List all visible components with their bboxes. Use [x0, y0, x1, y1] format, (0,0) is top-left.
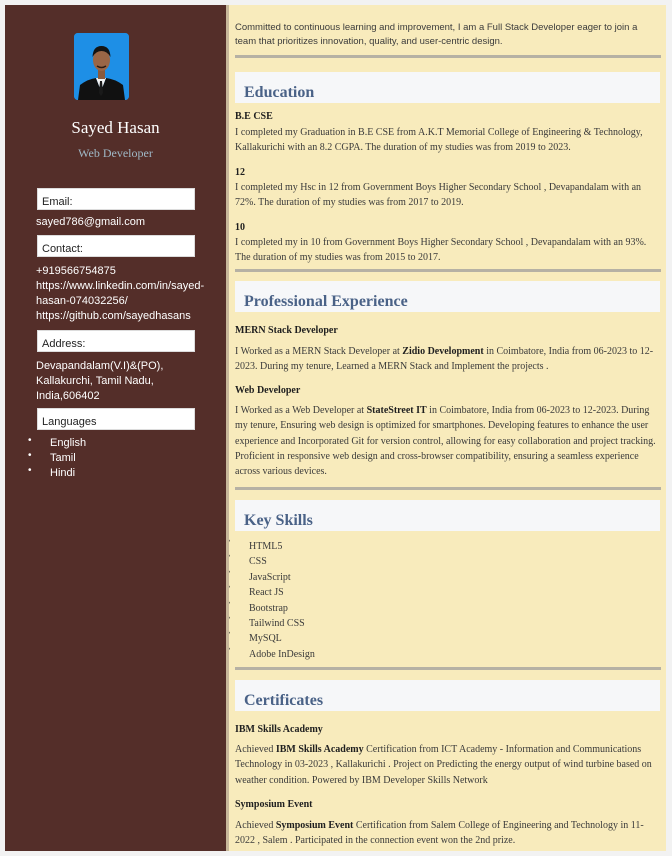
- skills-list: HTML5 CSS JavaScript React JS Bootstrap …: [229, 534, 315, 662]
- contact-label-box: Contact:: [37, 235, 195, 257]
- experience-title: MERN Stack Developer: [235, 325, 338, 336]
- languages-label-box: Languages: [37, 408, 195, 430]
- experience-heading: Professional Experience: [244, 293, 408, 310]
- certificate-title: IBM Skills Academy: [235, 724, 323, 735]
- divider: [235, 55, 661, 58]
- address-label: Address:: [42, 338, 86, 350]
- address-values: Devapandalam(V.I)&(PO), Kallakurchi, Tam…: [36, 359, 163, 404]
- skill-item: JavaScript: [229, 565, 315, 585]
- email-text[interactable]: sayed786@gmail.com: [36, 215, 145, 230]
- certificate-text-part: Achieved: [235, 744, 276, 755]
- skill-item: Bootstrap: [229, 595, 315, 616]
- certificate-org: IBM Skills Academy: [275, 744, 364, 755]
- education-title: 10: [235, 222, 245, 233]
- address-line: India,606402: [36, 390, 100, 402]
- certificate-text-part: Achieved: [235, 820, 276, 831]
- email-label: Email:: [42, 196, 73, 208]
- skill-item: HTML5: [229, 534, 315, 554]
- language-item: Hindi: [28, 463, 86, 481]
- main-content: Committed to continuous learning and imp…: [226, 5, 666, 851]
- experience-heading-box: Professional Experience: [235, 281, 660, 312]
- address-label-box: Address:: [37, 330, 195, 352]
- education-title: B.E CSE: [235, 111, 273, 122]
- phone-text: +919566754875: [36, 265, 116, 277]
- skills-heading-box: Key Skills: [235, 500, 660, 531]
- skill-item: MySQL: [229, 626, 315, 646]
- linkedin-link[interactable]: https://www.linkedin.com/in/sayed-: [36, 279, 204, 294]
- education-heading-box: Education: [235, 72, 660, 103]
- certificate-org: Symposium Event: [275, 820, 354, 831]
- experience-text-part: I Worked as a Web Developer at: [235, 405, 367, 416]
- certificate-title: Symposium Event: [235, 799, 313, 810]
- intro-summary: Committed to continuous learning and imp…: [235, 22, 638, 47]
- experience-title: Web Developer: [235, 385, 301, 396]
- divider: [235, 269, 661, 272]
- profile-photo: [74, 33, 129, 100]
- sidebar: Sayed Hasan Web Developer Email: sayed78…: [5, 5, 226, 851]
- divider: [235, 487, 661, 490]
- skill-item: CSS: [229, 549, 315, 569]
- education-text: I completed my in 10 from Government Boy…: [235, 237, 647, 264]
- divider: [235, 667, 661, 670]
- education-heading: Education: [244, 84, 315, 101]
- email-value[interactable]: sayed786@gmail.com: [36, 215, 145, 230]
- experience-text: I Worked as a Web Developer at StateStre…: [235, 403, 661, 479]
- certificate-text: Achieved IBM Skills Academy Certificatio…: [235, 742, 661, 788]
- company-name: Zidio Development: [402, 346, 484, 357]
- education-title: 12: [235, 167, 245, 178]
- contact-values: +919566754875 https://www.linkedin.com/i…: [36, 264, 204, 324]
- email-label-box: Email:: [37, 188, 195, 210]
- skills-heading: Key Skills: [244, 512, 313, 529]
- education-text: I completed my Hsc in 12 from Government…: [235, 182, 642, 209]
- certificates-heading: Certificates: [244, 692, 324, 709]
- person-name: Sayed Hasan: [71, 118, 160, 137]
- company-name: StateStreet IT: [366, 405, 427, 416]
- job-title: Web Developer: [78, 146, 153, 160]
- skill-item: Adobe InDesign: [229, 642, 315, 662]
- certificate-text: Achieved Symposium Event Certification f…: [235, 818, 661, 849]
- language-item: English: [28, 433, 86, 451]
- skill-item: React JS: [229, 580, 315, 600]
- languages-list: English Tamil Hindi: [28, 433, 86, 481]
- address-line: Devapandalam(V.I)&(PO),: [36, 360, 164, 372]
- contact-label: Contact:: [42, 243, 83, 255]
- experience-text: I Worked as a MERN Stack Developer at Zi…: [235, 344, 661, 375]
- experience-text-part: I Worked as a MERN Stack Developer at: [235, 346, 403, 357]
- language-item: Tamil: [28, 448, 86, 466]
- skill-item: Tailwind CSS: [229, 611, 315, 631]
- github-link[interactable]: https://github.com/sayedhasans: [36, 309, 204, 324]
- languages-label: Languages: [42, 416, 97, 428]
- resume-page: Sayed Hasan Web Developer Email: sayed78…: [5, 5, 666, 851]
- linkedin-link-cont[interactable]: hasan-074032256/: [36, 294, 204, 309]
- certificates-heading-box: Certificates: [235, 680, 660, 711]
- address-line: Kallakurchi, Tamil Nadu,: [36, 375, 154, 387]
- education-text: I completed my Graduation in B.E CSE fro…: [235, 127, 643, 154]
